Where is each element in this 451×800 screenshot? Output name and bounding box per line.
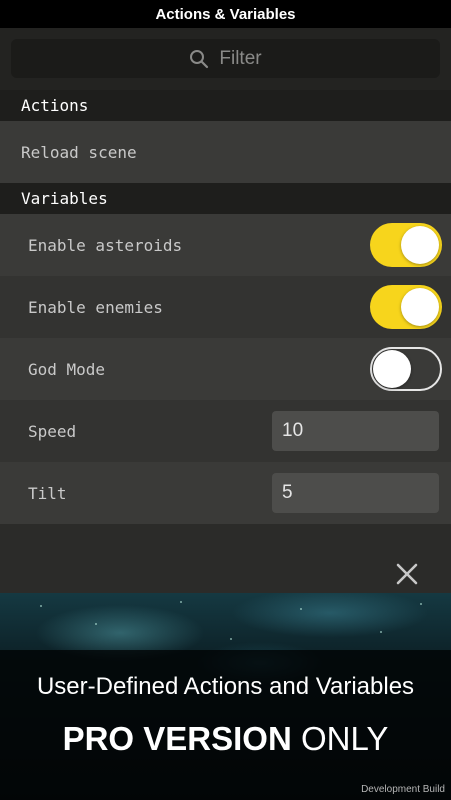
- star: [300, 608, 302, 610]
- toggle-knob: [373, 350, 411, 388]
- close-button[interactable]: [391, 558, 423, 590]
- variable-row-speed: Speed 10: [0, 400, 451, 462]
- variable-label: Enable enemies: [28, 297, 163, 317]
- tilt-input[interactable]: 5: [272, 473, 439, 513]
- action-reload-scene[interactable]: Reload scene: [0, 121, 451, 183]
- promo-subtitle: User-Defined Actions and Variables: [36, 673, 415, 700]
- star: [180, 601, 182, 603]
- variable-row-god-mode: God Mode: [0, 338, 451, 400]
- star: [380, 631, 382, 633]
- variable-label: Speed: [28, 421, 77, 441]
- filter-placeholder: Filter: [219, 47, 262, 69]
- variable-label: Tilt: [28, 483, 67, 503]
- variable-label: Enable asteroids: [28, 235, 183, 255]
- speed-input[interactable]: 10: [272, 411, 439, 451]
- filter-input[interactable]: Filter: [11, 39, 440, 78]
- section-header-actions: Actions: [0, 90, 451, 121]
- variable-label: God Mode: [28, 359, 106, 379]
- enable-asteroids-toggle[interactable]: [370, 223, 442, 267]
- pro-version-banner[interactable]: User-Defined Actions and Variables PRO V…: [0, 593, 451, 800]
- variable-row-tilt: Tilt 5: [0, 462, 451, 524]
- star: [230, 638, 232, 640]
- star: [40, 605, 42, 607]
- star: [95, 623, 97, 625]
- section-header-variables: Variables: [0, 183, 451, 214]
- god-mode-toggle[interactable]: [370, 347, 442, 391]
- close-icon: [396, 563, 418, 585]
- development-build-label: Development Build: [361, 784, 445, 795]
- promo-headline-rest: ONLY: [291, 720, 389, 757]
- star: [420, 603, 422, 605]
- variable-row-enable-asteroids: Enable asteroids: [0, 214, 451, 276]
- enable-enemies-toggle[interactable]: [370, 285, 442, 329]
- promo-headline-bold: PRO VERSION: [62, 720, 292, 757]
- window-title: Actions & Variables: [0, 0, 451, 28]
- variable-row-enable-enemies: Enable enemies: [0, 276, 451, 338]
- action-label: Reload scene: [21, 142, 137, 162]
- promo-headline: PRO VERSION ONLY: [0, 720, 451, 758]
- toggle-knob: [401, 288, 439, 326]
- toggle-knob: [401, 226, 439, 264]
- filter-area: Filter: [0, 28, 451, 90]
- search-icon: [190, 49, 209, 68]
